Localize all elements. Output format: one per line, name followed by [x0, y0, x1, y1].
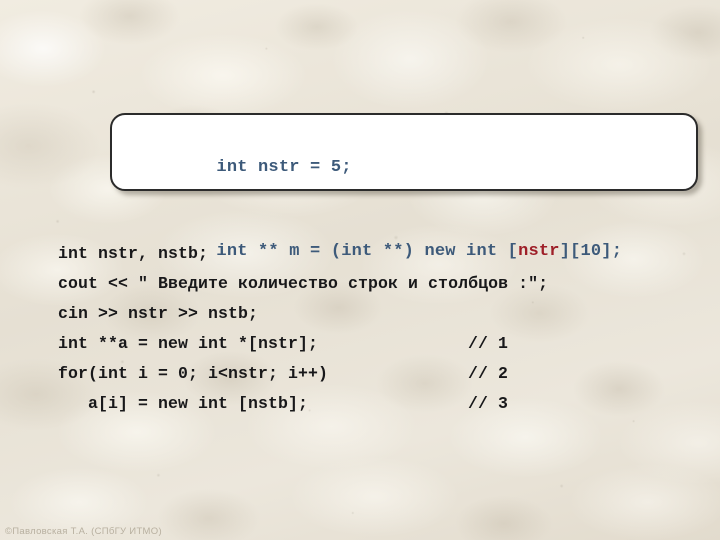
code-listing: int nstr, nstb; cout << " Введите количе… — [58, 239, 698, 419]
footer-credit: ©Павловская Т.А. (СПбГУ ИТМО) — [5, 526, 162, 537]
code-row: cout << " Введите количество строк и сто… — [58, 269, 698, 299]
code-row-comment: // 1 — [468, 334, 509, 353]
code-row: int **a = new int *[nstr]; // 1 — [58, 329, 698, 359]
slide-canvas: int nstr = 5; int ** m = (int **) new in… — [0, 0, 720, 540]
code-row-text: int **a = new int *[nstr]; — [58, 334, 319, 353]
code-row-comment: // 3 — [468, 394, 509, 413]
code-row: for(int i = 0; i<nstr; i++) // 2 — [58, 359, 698, 389]
code-row: cin >> nstr >> nstb; — [58, 299, 698, 329]
code-row-text: int nstr, nstb; — [58, 244, 209, 263]
callout-line-1-text: int nstr = 5; — [216, 158, 352, 177]
code-row-text: cout << " Введите количество строк и сто… — [58, 274, 549, 293]
code-row: int nstr, nstb; — [58, 239, 698, 269]
code-row: a[i] = new int [nstb]; // 3 — [58, 389, 698, 419]
code-row-text: for(int i = 0; i<nstr; i++) — [58, 364, 329, 383]
code-row-text: cin >> nstr >> nstb; — [58, 304, 259, 323]
code-row-comment: // 2 — [468, 364, 509, 383]
code-row-text: a[i] = new int [nstb]; — [58, 394, 309, 413]
code-callout-box: int nstr = 5; int ** m = (int **) new in… — [110, 113, 698, 261]
callout-code-line-1: int nstr = 5; — [154, 126, 696, 210]
